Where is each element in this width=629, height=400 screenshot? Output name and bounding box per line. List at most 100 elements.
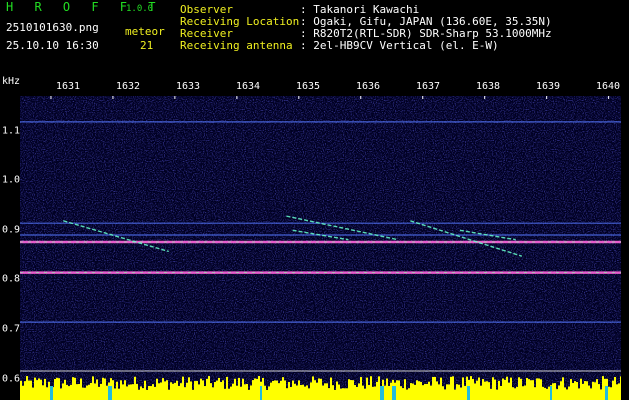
power-bar [540,379,542,400]
power-bar [222,380,224,400]
power-bar [154,386,156,400]
power-bar [502,378,504,400]
power-bar [446,384,448,400]
power-bar [464,385,466,400]
power-bar [320,378,322,400]
power-bar [450,376,452,400]
power-bar [330,377,332,400]
power-bar [470,376,472,400]
power-bar [336,381,338,400]
y-tick-label: 0.8 [2,273,21,285]
power-bar [610,387,612,400]
power-bar [526,377,528,400]
power-bar [494,379,496,400]
power-bar [128,384,130,400]
x-tick-label: 1639 [535,81,561,92]
power-bar [188,377,190,400]
power-bar [312,376,314,400]
power-bar [248,389,250,400]
power-bar [234,378,236,400]
power-bar [308,388,310,400]
power-bar [170,382,172,400]
power-bar [274,380,276,400]
power-bar [444,389,446,400]
spectrogram [20,96,621,400]
power-bar [570,379,572,400]
power-bar [236,385,238,400]
power-gap [108,386,112,400]
power-bar [36,380,38,400]
power-bar [190,381,192,400]
power-bar [496,389,498,400]
power-bar [482,379,484,400]
power-bar [306,385,308,400]
power-bar [220,381,222,400]
power-bar [522,386,524,400]
power-bar [378,376,380,400]
y-tick-label: 1.0 [2,174,21,186]
power-bar [62,383,64,400]
power-bar [530,380,532,400]
power-bar [578,388,580,400]
power-bar [90,382,92,400]
power-bar [362,385,364,400]
power-bar [414,384,416,400]
power-gap [392,386,396,400]
power-bar [150,386,152,400]
power-bar [272,380,274,400]
power-bar [160,382,162,400]
power-bar [322,385,324,400]
power-bar [480,385,482,400]
power-bar [250,385,252,400]
power-bar [24,381,26,400]
power-bar [310,382,312,400]
power-bar [384,385,386,400]
power-bar [216,380,218,400]
power-bar [246,383,248,400]
power-bar [408,388,410,400]
power-bar [166,380,168,400]
power-bar [590,388,592,400]
y-tick-label: 0.7 [2,323,21,335]
power-bar [538,378,540,400]
power-bar [436,381,438,400]
power-bar [180,383,182,400]
power-bar [192,389,194,400]
power-bar [92,376,94,400]
power-bar [114,388,116,400]
power-bar [586,381,588,400]
power-bar [58,378,60,400]
power-bar [412,383,414,400]
power-bar [202,380,204,400]
power-bar [268,386,270,400]
power-bar [124,380,126,400]
power-bar [462,377,464,400]
power-bar [388,385,390,400]
power-bar [546,388,548,400]
x-tick-label: 1637 [415,81,441,92]
power-bar [354,385,356,400]
power-bar [100,383,102,400]
power-bar [598,384,600,400]
power-bar [46,387,48,400]
power-bar [498,380,500,400]
power-bar [488,382,490,400]
power-bar [228,388,230,400]
power-bar [164,381,166,400]
power-bar [524,385,526,400]
x-tick-label: 1632 [115,81,141,92]
power-bar [366,377,368,400]
power-bar [212,387,214,400]
power-bar [148,385,150,400]
power-bar [132,384,134,400]
power-bar [448,384,450,400]
power-bar [404,379,406,400]
power-bar [510,377,512,400]
power-bar [104,378,106,400]
power-bar [304,386,306,400]
power-bar [564,387,566,400]
power-bar [372,386,374,400]
power-bar [258,376,260,400]
power-bar [438,384,440,400]
power-bar [548,386,550,400]
